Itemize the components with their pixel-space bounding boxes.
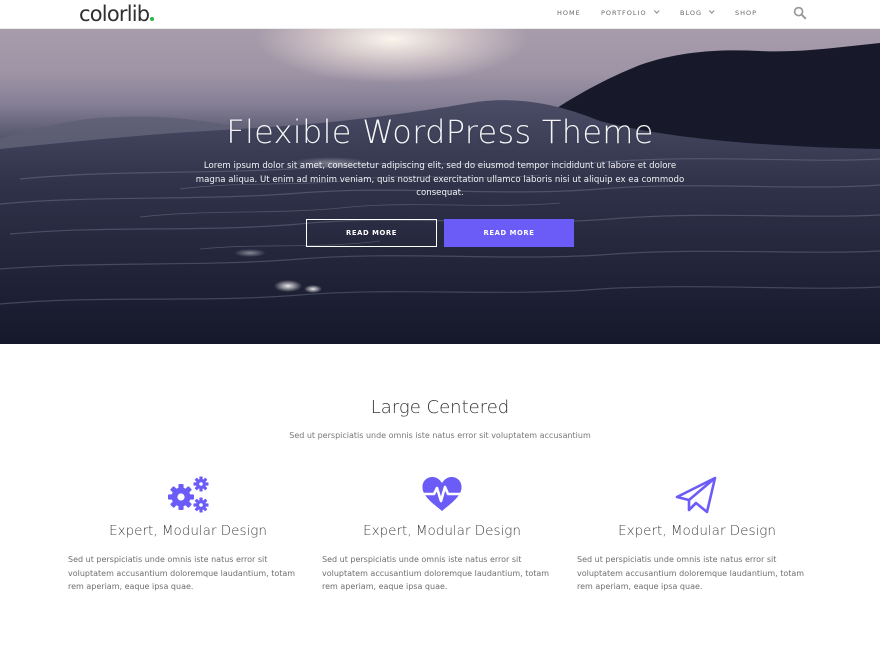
feature-text: Sed ut perspiciatis unde omnis iste natu…: [68, 555, 296, 591]
heartbeat-icon: [419, 475, 465, 515]
section-subtitle: Sed ut perspiciatis unde omnis iste natu…: [289, 431, 591, 440]
paper-plane-icon: [674, 475, 720, 515]
site-logo[interactable]: colorlib: [79, 1, 155, 27]
feature-title: Expert, Modular Design: [618, 523, 776, 539]
nav-item-portfolio[interactable]: PORTFOLIO: [601, 8, 660, 17]
hero-title: Flexible WordPress Theme: [226, 113, 654, 151]
chevron-down-icon: [708, 8, 715, 14]
feature-title: Expert, Modular Design: [109, 523, 267, 539]
read-more-solid-button[interactable]: READ MORE: [444, 219, 574, 247]
feature-text: Sed ut perspiciatis unde omnis iste natu…: [577, 555, 805, 591]
nav-label: PORTFOLIO: [601, 9, 647, 17]
nav-label: HOME: [557, 9, 581, 17]
search-icon[interactable]: [793, 6, 807, 20]
hero-banner: Flexible WordPress Theme Lorem ipsum dol…: [0, 29, 880, 344]
nav-item-home[interactable]: HOME: [557, 9, 581, 17]
read-more-outline-button[interactable]: READ MORE: [306, 219, 437, 247]
nav-label: BLOG: [680, 9, 703, 17]
nav-item-shop[interactable]: SHOP: [735, 9, 757, 17]
logo-text: colorlib: [79, 2, 150, 26]
gears-icon: [165, 475, 211, 515]
feature-text: Sed ut perspiciatis unde omnis iste natu…: [322, 555, 550, 591]
hero-description: Lorem ipsum dolor sit amet, consectetur …: [195, 161, 685, 198]
chevron-down-icon: [653, 8, 660, 14]
section-title: Large Centered: [370, 397, 510, 418]
site-header: colorlib HOME PORTFOLIO BLOG SHOP: [0, 0, 880, 29]
nav-item-blog[interactable]: BLOG: [680, 8, 715, 17]
feature-title: Expert, Modular Design: [363, 523, 521, 539]
nav-label: SHOP: [735, 9, 758, 17]
logo-dot: [150, 17, 155, 21]
